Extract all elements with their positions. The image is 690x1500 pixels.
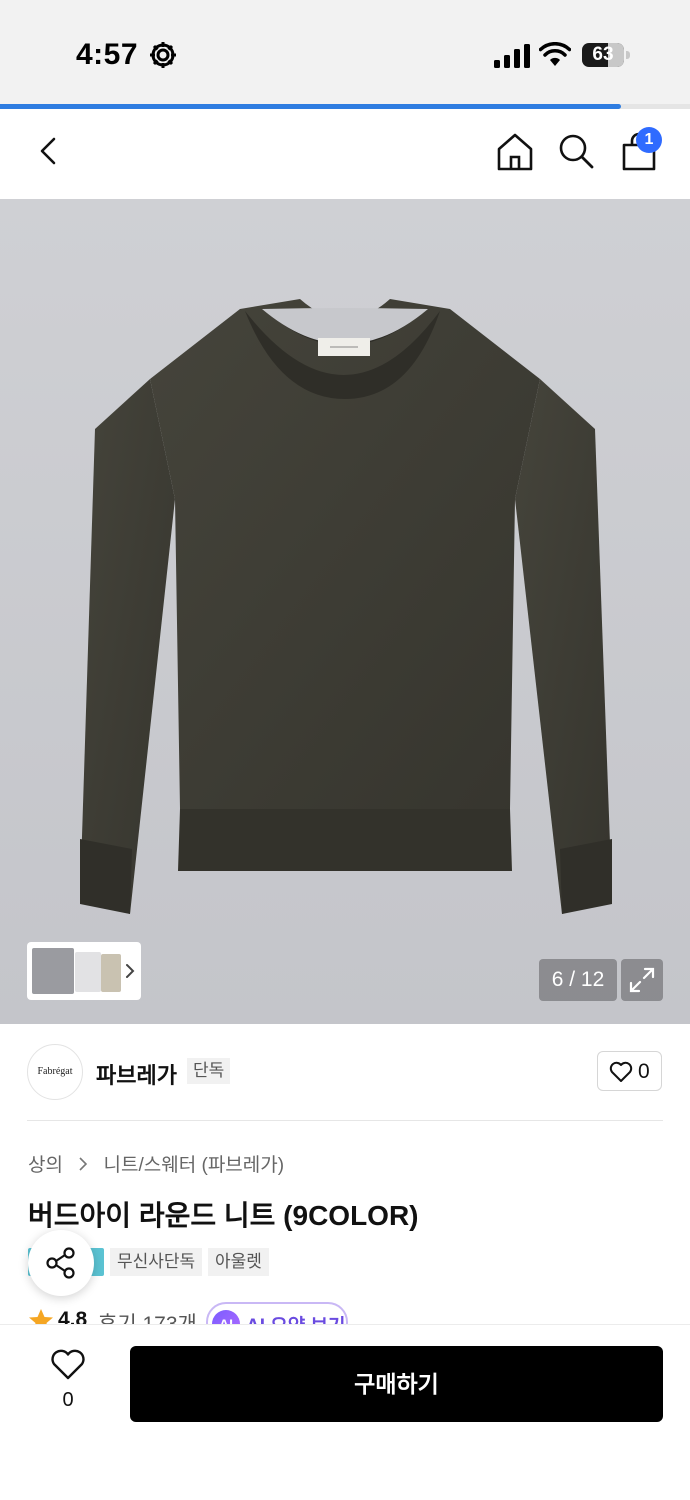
- ai-summary-label: AI 요약 보기: [246, 1311, 345, 1324]
- wishlist-button[interactable]: 0: [36, 1345, 100, 1415]
- share-icon: [46, 1247, 75, 1279]
- search-icon[interactable]: [556, 131, 596, 171]
- ai-summary-button[interactable]: AI AI 요약 보기: [206, 1302, 348, 1324]
- product-image-gallery[interactable]: 6 / 12: [0, 199, 690, 1024]
- brand-exclusive-tag: 단독: [187, 1058, 231, 1084]
- image-page-counter: 6 / 12: [539, 959, 617, 1001]
- product-tag: 아울렛: [208, 1248, 269, 1276]
- thumbnail-image[interactable]: [75, 952, 101, 992]
- thumbnail-strip[interactable]: [27, 942, 141, 1000]
- chevron-right-icon: [79, 1156, 88, 1171]
- breadcrumb: 상의 니트/스웨터 (파브레가): [28, 1150, 284, 1177]
- home-icon[interactable]: [494, 131, 536, 173]
- product-title: 버드아이 라운드 니트 (9COLOR): [28, 1200, 419, 1231]
- rating-value: 4.8: [58, 1308, 88, 1324]
- wishlist-count: 0: [62, 1389, 74, 1411]
- chevron-right-icon[interactable]: [123, 962, 137, 980]
- status-time: 4:57: [76, 38, 139, 71]
- brand-like-count: 0: [638, 1060, 650, 1083]
- battery-level: 63: [592, 44, 614, 65]
- brand-logo[interactable]: Fabrégat: [27, 1044, 83, 1100]
- breadcrumb-subcategory[interactable]: 니트/스웨터 (파브레가): [104, 1150, 285, 1177]
- battery-icon: 63: [582, 43, 630, 67]
- buy-button[interactable]: 구매하기: [130, 1346, 663, 1422]
- rating-row: 4.8 후기 173개 AI AI 요약 보기: [28, 1302, 668, 1324]
- star-icon: [29, 1309, 53, 1324]
- thumbnail-image[interactable]: [101, 954, 121, 992]
- cart-count-badge: 1: [636, 127, 662, 153]
- brand-row: Fabrégat 파브레가 단독 0: [0, 1024, 690, 1121]
- expand-button[interactable]: [621, 959, 663, 1001]
- bottom-action-bar: 0 구매하기: [0, 1324, 690, 1500]
- divider: [27, 1120, 663, 1121]
- brand-name[interactable]: 파브레가: [96, 1058, 177, 1090]
- breadcrumb-category[interactable]: 상의: [28, 1150, 63, 1177]
- expand-icon: [629, 967, 655, 993]
- heart-icon: [609, 1061, 633, 1082]
- top-nav: 1: [0, 109, 690, 199]
- share-button[interactable]: [28, 1230, 94, 1296]
- back-icon[interactable]: [30, 131, 70, 171]
- product-image: [80, 299, 612, 914]
- heart-icon: [51, 1349, 85, 1380]
- brand-like-button[interactable]: 0: [597, 1051, 662, 1091]
- gear-icon: [150, 42, 176, 68]
- thumbnail-image[interactable]: [32, 948, 74, 994]
- product-tag: 무신사단독: [110, 1248, 203, 1276]
- review-count[interactable]: 후기 173개: [98, 1308, 197, 1324]
- ai-badge: AI: [212, 1310, 240, 1324]
- wifi-icon: [539, 42, 571, 66]
- signal-icon: [494, 44, 530, 68]
- status-bar: 4:57 63: [0, 0, 690, 106]
